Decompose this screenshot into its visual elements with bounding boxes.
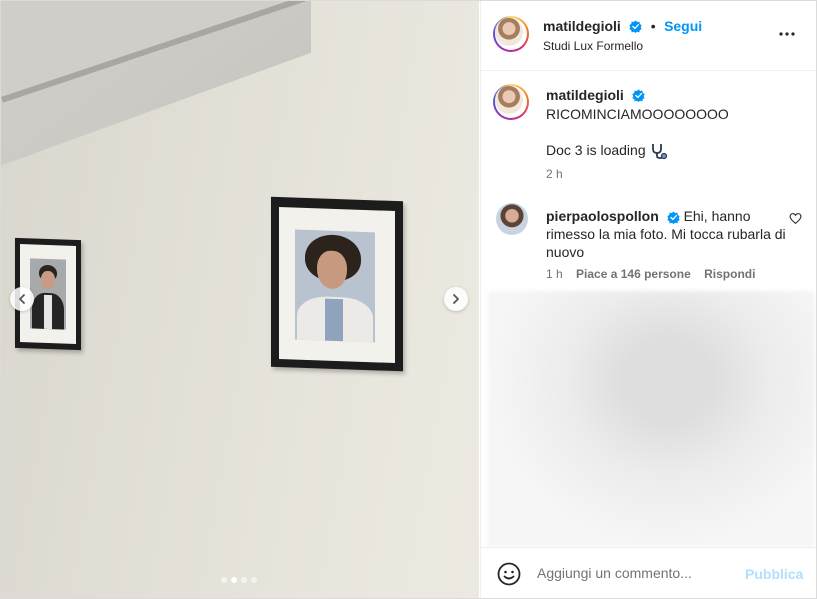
separator-dot: • bbox=[650, 18, 656, 34]
comment-username[interactable]: pierpaolospollon bbox=[546, 208, 659, 224]
verified-badge-icon bbox=[629, 20, 642, 34]
carousel-dot bbox=[241, 577, 247, 583]
previous-slide-button[interactable] bbox=[10, 287, 34, 311]
caption-timestamp[interactable]: 2 h bbox=[546, 167, 563, 181]
stethoscope-icon bbox=[651, 144, 667, 160]
heart-icon bbox=[789, 213, 802, 225]
post-side-panel: matildegioli • Segui Studi Lux Formello … bbox=[480, 1, 816, 598]
verified-badge-icon bbox=[632, 89, 645, 103]
framed-photo-large bbox=[271, 196, 403, 372]
comment-composer: Pubblica bbox=[481, 547, 816, 598]
chevron-left-icon bbox=[19, 294, 25, 304]
comment-likes-count[interactable]: Piace a 146 persone bbox=[576, 267, 691, 281]
verified-badge-icon bbox=[666, 211, 680, 224]
author-username[interactable]: matildegioli bbox=[543, 18, 621, 34]
like-comment-button[interactable] bbox=[789, 212, 802, 230]
chevron-right-icon bbox=[453, 294, 459, 304]
caption-line-1: RICOMINCIAMOOOOOOOO bbox=[546, 106, 729, 122]
author-avatar[interactable] bbox=[493, 16, 529, 52]
carousel-dot bbox=[221, 577, 227, 583]
publish-button[interactable]: Pubblica bbox=[745, 566, 803, 582]
post-location[interactable]: Studi Lux Formello bbox=[543, 39, 643, 53]
carousel-dot-active bbox=[231, 577, 237, 583]
caption-author-avatar[interactable] bbox=[493, 84, 529, 120]
loading-placeholder bbox=[488, 291, 815, 547]
caption-line-2: Doc 3 is loading bbox=[546, 142, 646, 158]
reply-button[interactable]: Rispondi bbox=[704, 267, 755, 281]
smiley-icon bbox=[497, 562, 521, 586]
comment-avatar[interactable] bbox=[496, 203, 528, 235]
follow-button[interactable]: Segui bbox=[664, 18, 702, 34]
emoji-picker-button[interactable] bbox=[497, 562, 521, 591]
comment-meta: 1 h Piace a 146 persone Rispondi bbox=[546, 267, 755, 281]
carousel-indicator bbox=[221, 577, 257, 583]
post-media[interactable] bbox=[1, 1, 479, 598]
more-horizontal-icon bbox=[779, 32, 795, 36]
post-dialog: matildegioli • Segui Studi Lux Formello … bbox=[0, 0, 817, 599]
comment-timestamp[interactable]: 1 h bbox=[546, 267, 563, 281]
comment-body: pierpaolospollon Ehi, hanno rimesso la m… bbox=[546, 207, 786, 261]
carousel-dot bbox=[251, 577, 257, 583]
next-slide-button[interactable] bbox=[444, 287, 468, 311]
caption-username[interactable]: matildegioli bbox=[546, 87, 624, 103]
comment-input[interactable] bbox=[535, 564, 729, 582]
more-options-button[interactable] bbox=[778, 25, 796, 48]
post-header: matildegioli • Segui Studi Lux Formello bbox=[481, 1, 816, 71]
